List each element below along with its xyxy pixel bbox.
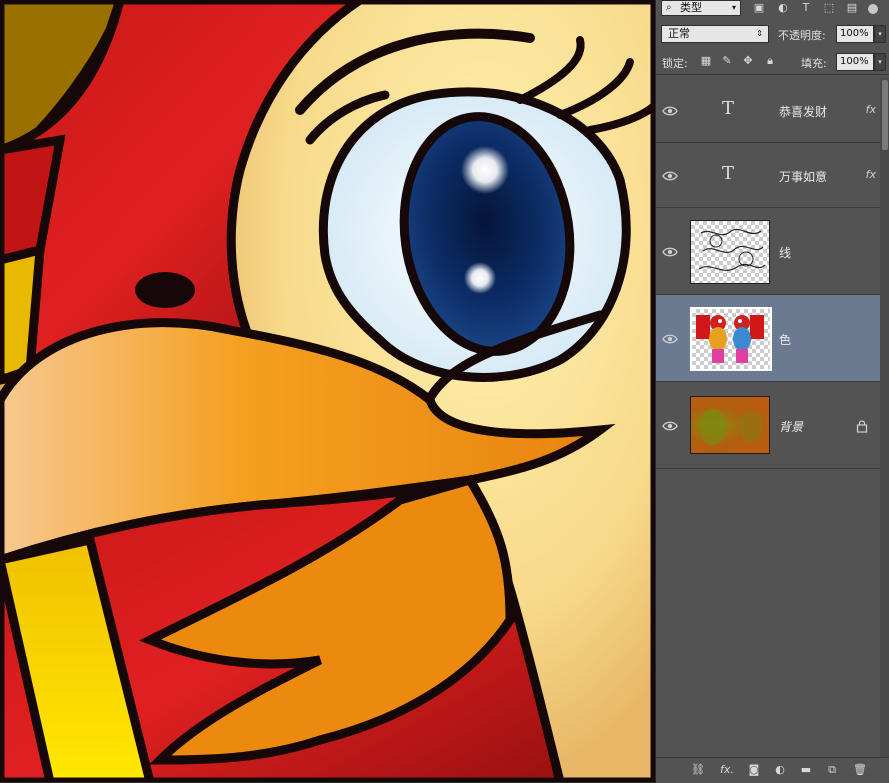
layer-name[interactable]: 背景 bbox=[779, 418, 803, 435]
layer-thumbnail bbox=[690, 396, 770, 454]
eye-icon[interactable] bbox=[662, 418, 678, 434]
chevron-updown-icon: ⇕ bbox=[756, 29, 763, 38]
opacity-input[interactable]: 100% bbox=[836, 25, 874, 43]
rooster-artwork bbox=[0, 0, 655, 782]
lock-row: 锁定: ▦ ✎ ✥ 🔒︎ 填充: 100% ▾ bbox=[656, 50, 889, 75]
filter-row: ⌕ 类型 ▾ ▣ ◐ T ⬚ ▤ bbox=[656, 0, 889, 20]
layer-row-background[interactable]: 背景 bbox=[656, 382, 880, 469]
opacity-chevron-icon[interactable]: ▾ bbox=[874, 25, 886, 43]
opacity-label: 不透明度: bbox=[778, 29, 826, 42]
layer-name[interactable]: 色 bbox=[779, 331, 791, 348]
filter-toggle-icon[interactable] bbox=[868, 4, 878, 14]
adjustment-icon[interactable]: ◐ bbox=[772, 762, 788, 778]
lock-transparent-icon[interactable]: ▦ bbox=[699, 54, 713, 68]
blend-row: 正常 ⇕ 不透明度: 100% ▾ bbox=[656, 22, 889, 46]
fill-label: 填充: bbox=[801, 57, 827, 70]
layer-row-se[interactable]: 色 bbox=[656, 295, 880, 382]
image-filter-icon[interactable]: ▣ bbox=[752, 1, 766, 15]
layer-name[interactable]: 万事如意 bbox=[779, 168, 827, 185]
layer-name[interactable]: 线 bbox=[779, 244, 791, 261]
document-canvas[interactable] bbox=[0, 0, 655, 782]
new-layer-icon[interactable]: ⧉ bbox=[824, 762, 840, 778]
fill-chevron-icon[interactable]: ▾ bbox=[874, 53, 886, 71]
layers-bottom-toolbar: ⛓ fx. ◙ ◐ ▬ ⧉ 🗑︎ bbox=[656, 757, 889, 783]
lock-all-icon[interactable]: 🔒︎ bbox=[763, 54, 777, 68]
shape-filter-icon[interactable]: ⬚ bbox=[822, 1, 836, 15]
lock-icon bbox=[856, 418, 868, 433]
layer-thumbnail bbox=[690, 220, 770, 284]
eye-icon[interactable] bbox=[662, 244, 678, 260]
text-layer-icon: T bbox=[722, 98, 735, 119]
lock-label: 锁定: bbox=[662, 57, 688, 70]
mask-icon[interactable]: ◙ bbox=[746, 762, 762, 778]
layer-name[interactable]: 恭喜发财 bbox=[779, 103, 827, 120]
layer-row-xian[interactable]: 线 bbox=[656, 208, 880, 295]
text-filter-icon[interactable]: T bbox=[799, 1, 813, 15]
layers-scrollbar[interactable] bbox=[880, 78, 889, 758]
fx-icon[interactable]: fx bbox=[866, 103, 876, 116]
layer-row-gongxifacai[interactable]: T 恭喜发财 fx bbox=[656, 78, 880, 143]
lock-paint-icon[interactable]: ✎ bbox=[720, 54, 734, 68]
lock-move-icon[interactable]: ✥ bbox=[741, 54, 755, 68]
fx-icon[interactable]: fx bbox=[866, 168, 876, 181]
search-icon: ⌕ bbox=[666, 2, 672, 13]
eye-icon[interactable] bbox=[662, 103, 678, 119]
fill-input[interactable]: 100% bbox=[836, 53, 874, 71]
text-layer-icon: T bbox=[722, 163, 735, 184]
filter-label: 类型 bbox=[680, 1, 702, 14]
chevron-down-icon: ▾ bbox=[731, 3, 736, 12]
layers-panel: ⌕ 类型 ▾ ▣ ◐ T ⬚ ▤ 正常 ⇕ 不透明度: 100% ▾ 锁定: ▦… bbox=[655, 0, 889, 783]
eye-icon[interactable] bbox=[662, 168, 678, 184]
blend-mode-dropdown[interactable]: 正常 ⇕ bbox=[661, 25, 769, 43]
folder-icon[interactable]: ▬ bbox=[798, 762, 814, 778]
adjustment-filter-icon[interactable]: ◐ bbox=[776, 1, 790, 15]
trash-icon[interactable]: 🗑︎ bbox=[852, 762, 868, 778]
link-icon[interactable]: ⛓ bbox=[690, 762, 706, 778]
fx-icon[interactable]: fx. bbox=[719, 762, 735, 778]
scrollbar-thumb[interactable] bbox=[882, 80, 888, 150]
smart-object-filter-icon[interactable]: ▤ bbox=[845, 1, 859, 15]
blend-mode-value: 正常 bbox=[668, 27, 690, 40]
layer-thumbnail bbox=[690, 307, 772, 371]
eye-icon[interactable] bbox=[662, 331, 678, 347]
layer-filter-dropdown[interactable]: ⌕ 类型 ▾ bbox=[661, 0, 741, 16]
layer-row-wanshiruyi[interactable]: T 万事如意 fx bbox=[656, 143, 880, 208]
